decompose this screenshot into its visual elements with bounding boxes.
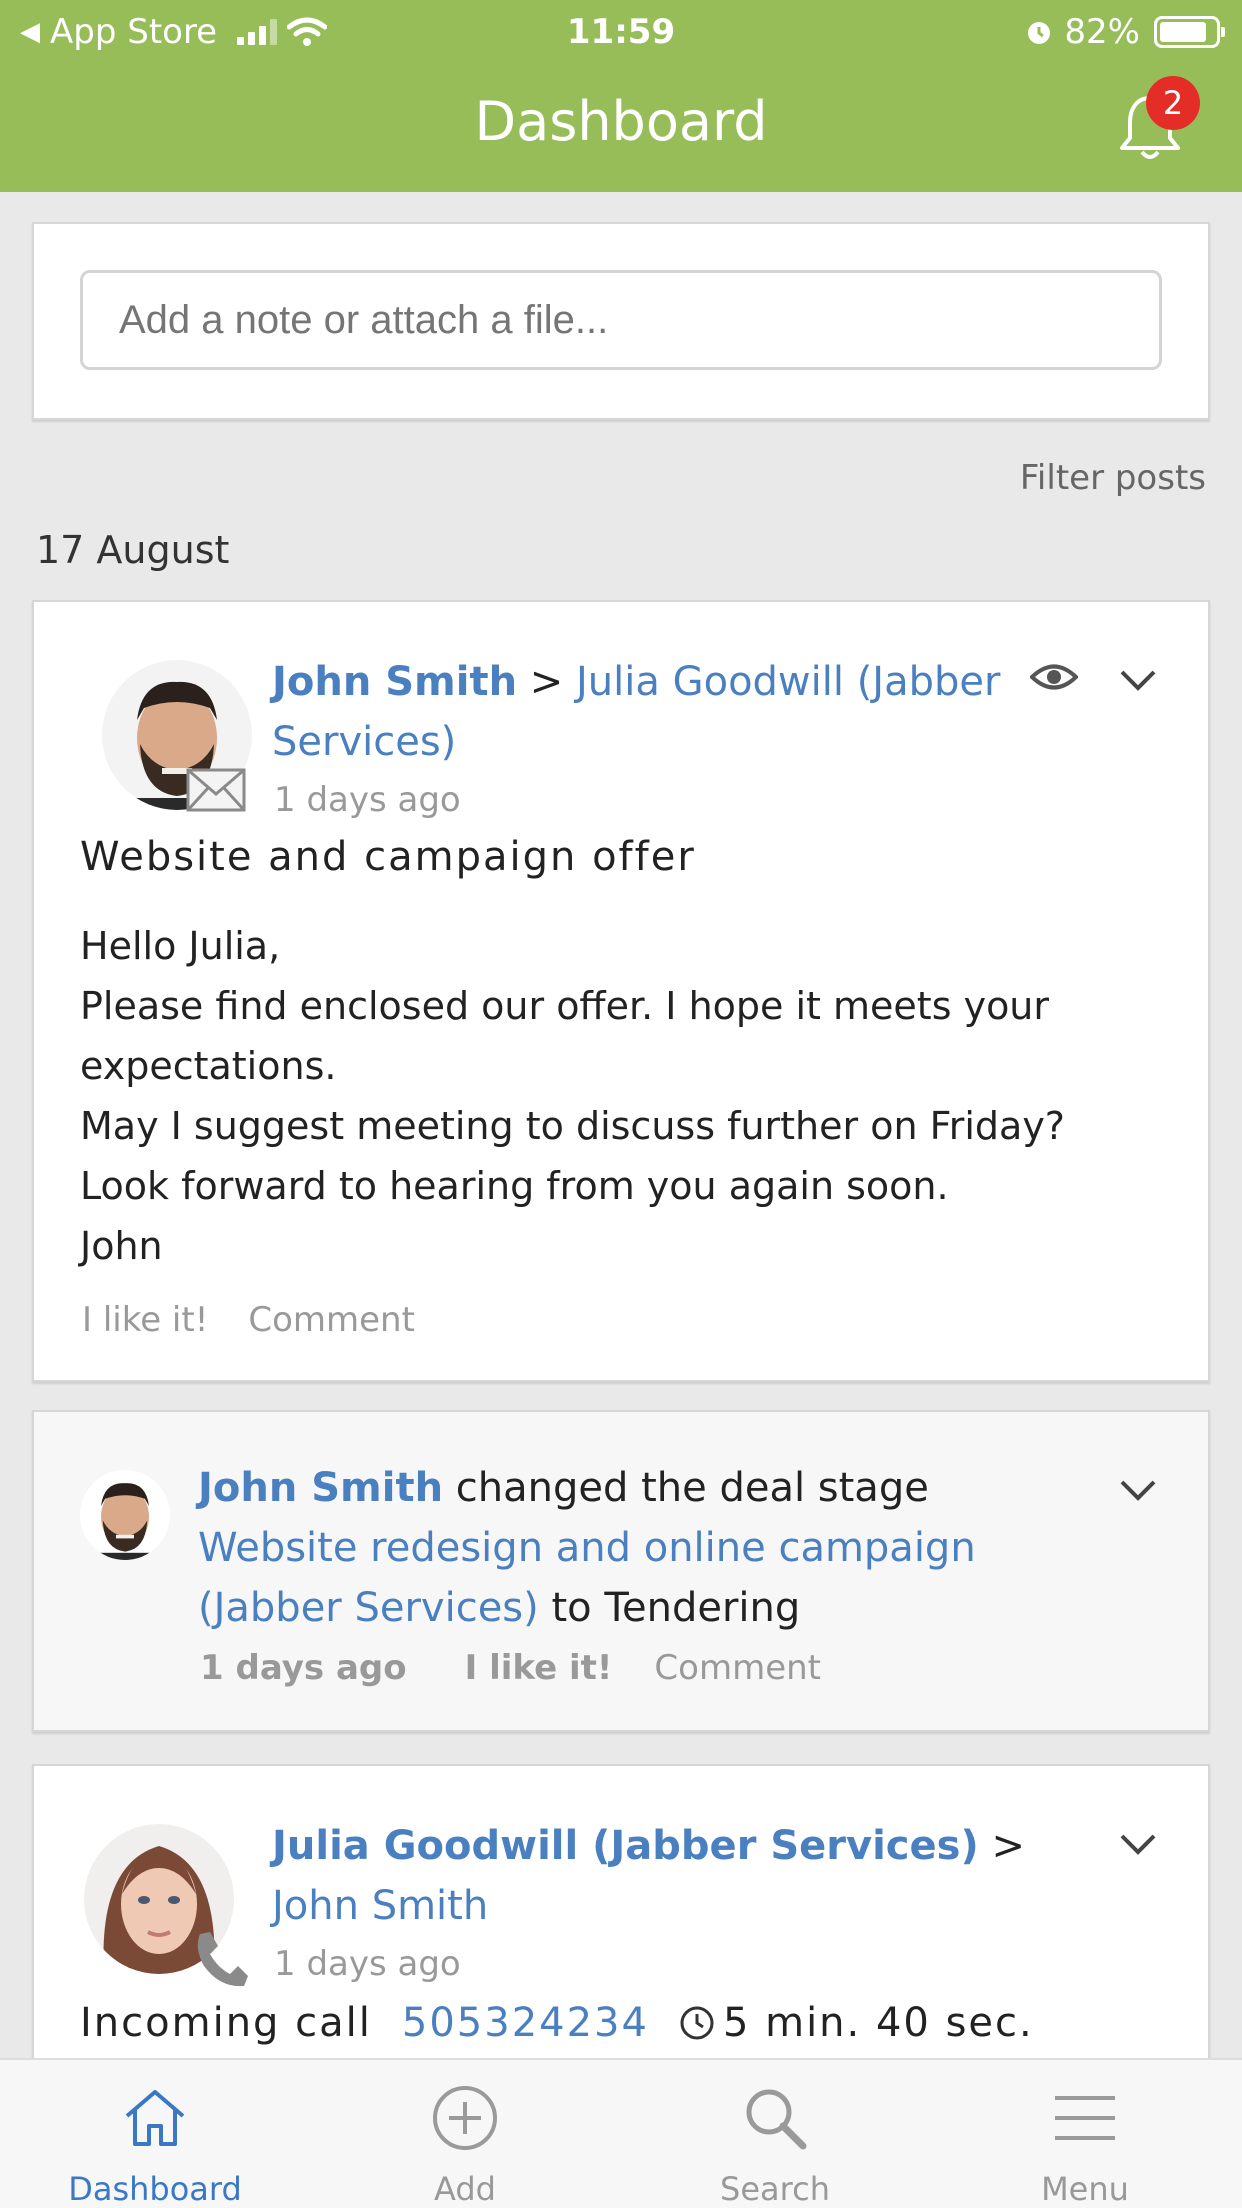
tab-add[interactable]: Add <box>310 2060 620 2208</box>
post-header: Julia Goodwill (Jabber Services) > John … <box>272 1816 1092 1936</box>
phone-icon <box>197 1932 248 1987</box>
alarm-icon <box>1028 22 1051 44</box>
post-card: John Smith > Julia Goodwill (Jabber Serv… <box>32 600 1210 1382</box>
body-line: Hello Julia, <box>80 924 281 968</box>
filter-posts-link[interactable]: Filter posts <box>1020 458 1206 498</box>
tab-label: Search <box>720 2170 830 2208</box>
activity-card: John Smith changed the deal stage Websit… <box>32 1410 1210 1732</box>
call-details: Incoming call 505324234 5 min. 40 sec. <box>80 2000 1034 2046</box>
tab-menu[interactable]: Menu <box>930 2060 1240 2208</box>
search-icon <box>746 2089 807 2150</box>
body-line: Look forward to hearing from you again s… <box>80 1164 949 1208</box>
body-line: John <box>80 1224 163 1268</box>
body-line: May I suggest meeting to discuss further… <box>80 1104 1065 1148</box>
activity-action: changed the deal stage <box>455 1465 929 1511</box>
chevron-down-icon[interactable] <box>1118 1476 1158 1504</box>
tab-search[interactable]: Search <box>620 2060 930 2208</box>
status-bar: ◀ App Store 11:59 82% <box>0 0 1242 62</box>
recipient-link[interactable]: John Smith <box>272 1883 488 1929</box>
chevron-down-icon[interactable] <box>1118 1830 1158 1858</box>
body-line: expectations. <box>80 1044 337 1088</box>
post-time: 1 days ago <box>274 780 461 820</box>
like-button[interactable]: I like it! <box>465 1648 613 1688</box>
tab-bar: Dashboard Add Search Menu <box>0 2058 1242 2208</box>
chevron-down-icon[interactable] <box>1118 666 1158 694</box>
eye-icon[interactable] <box>1030 662 1078 692</box>
note-input[interactable] <box>80 270 1162 370</box>
call-duration-group: 5 min. 40 sec. <box>679 2000 1034 2046</box>
call-duration: 5 min. 40 sec. <box>722 2000 1034 2046</box>
app-header: ◀ App Store 11:59 82% Dashboard 2 <box>0 0 1242 192</box>
like-button[interactable]: I like it! <box>82 1300 208 1340</box>
activity-actions: 1 days ago I like it! Comment <box>200 1648 821 1688</box>
comment-button[interactable]: Comment <box>654 1648 821 1688</box>
composer-card <box>32 222 1210 420</box>
tab-dashboard[interactable]: Dashboard <box>0 2060 310 2208</box>
comment-button[interactable]: Comment <box>248 1300 415 1340</box>
author-link[interactable]: Julia Goodwill (Jabber Services) <box>272 1823 979 1869</box>
post-subject: Website and campaign offer <box>80 834 696 880</box>
call-label: Incoming call <box>80 2000 372 2046</box>
tab-label: Add <box>434 2170 496 2208</box>
activity-text: John Smith changed the deal stage Websit… <box>198 1458 1078 1638</box>
post-body: Hello Julia, Please find enclosed our of… <box>80 916 1160 1276</box>
page-title: Dashboard <box>474 90 768 153</box>
separator: > <box>991 1823 1025 1869</box>
body-line: Please find enclosed our offer. I hope i… <box>80 984 1050 1028</box>
avatar[interactable] <box>80 1470 170 1560</box>
post-actions: I like it! Comment <box>82 1300 415 1340</box>
separator: > <box>529 659 564 705</box>
home-icon <box>125 2090 185 2146</box>
call-card: Julia Goodwill (Jabber Services) > John … <box>32 1764 1210 2084</box>
author-link[interactable]: John Smith <box>198 1465 443 1511</box>
tab-label: Menu <box>1041 2170 1129 2208</box>
battery-icon <box>1154 16 1225 48</box>
tab-label: Dashboard <box>68 2170 242 2208</box>
status-right: 82% <box>1024 12 1225 52</box>
envelope-icon <box>186 768 246 812</box>
notification-badge: 2 <box>1146 76 1200 130</box>
phone-link[interactable]: 505324234 <box>402 2000 649 2046</box>
add-circle-icon <box>433 2086 497 2150</box>
post-time: 1 days ago <box>274 1944 461 1984</box>
activity-stage: to Tendering <box>551 1585 801 1631</box>
menu-icon <box>1055 2096 1115 2140</box>
feed-date: 17 August <box>36 528 230 572</box>
activity-time: 1 days ago <box>200 1648 407 1688</box>
battery-percent: 82% <box>1064 12 1140 52</box>
clock-icon <box>680 2006 714 2040</box>
post-header: John Smith > Julia Goodwill (Jabber Serv… <box>272 652 1012 772</box>
author-link[interactable]: John Smith <box>272 659 517 705</box>
